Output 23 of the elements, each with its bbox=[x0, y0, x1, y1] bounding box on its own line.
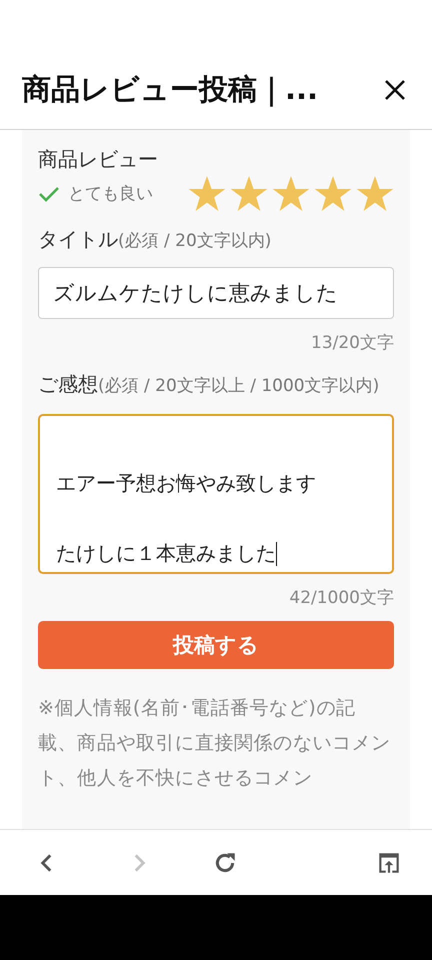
field-label: タイトル bbox=[38, 227, 118, 251]
text-line: エアー予想お悔やみ致します bbox=[56, 470, 316, 497]
star-icon[interactable] bbox=[356, 175, 394, 212]
star-icon[interactable] bbox=[188, 175, 226, 212]
star-icon[interactable] bbox=[272, 175, 310, 212]
notice-text: ※個人情報(名前･電話番号など)の記載、商品や取引に直接関係のないコメント、他人を不快にさせるコメン bbox=[38, 696, 392, 791]
star-rating[interactable] bbox=[188, 175, 394, 212]
check-icon bbox=[38, 184, 60, 202]
rating-text: とても良い bbox=[68, 183, 153, 205]
comment-textarea[interactable]: エアー予想お悔やみ致します たけしに１本恵みました bbox=[38, 414, 394, 574]
field-hint: (必須 / 20文字以上 / 1000文字以内) bbox=[98, 376, 380, 396]
section-label: 商品レビュー bbox=[38, 146, 159, 173]
text-cursor bbox=[276, 542, 277, 566]
field-label: ご感想 bbox=[38, 372, 98, 396]
star-icon[interactable] bbox=[314, 175, 352, 212]
star-icon[interactable] bbox=[230, 175, 268, 212]
title-input[interactable]: ズルムケたけしに恵みました bbox=[38, 267, 394, 319]
field-hint: (必須 / 20文字以内) bbox=[118, 231, 272, 251]
page-title: 商品レビュー投稿｜... bbox=[22, 70, 318, 109]
text-line: たけしに１本恵みました bbox=[56, 540, 276, 567]
char-counter: 42/1000文字 bbox=[288, 587, 394, 609]
char-counter: 13/20文字 bbox=[310, 332, 394, 354]
close-icon bbox=[384, 78, 406, 100]
